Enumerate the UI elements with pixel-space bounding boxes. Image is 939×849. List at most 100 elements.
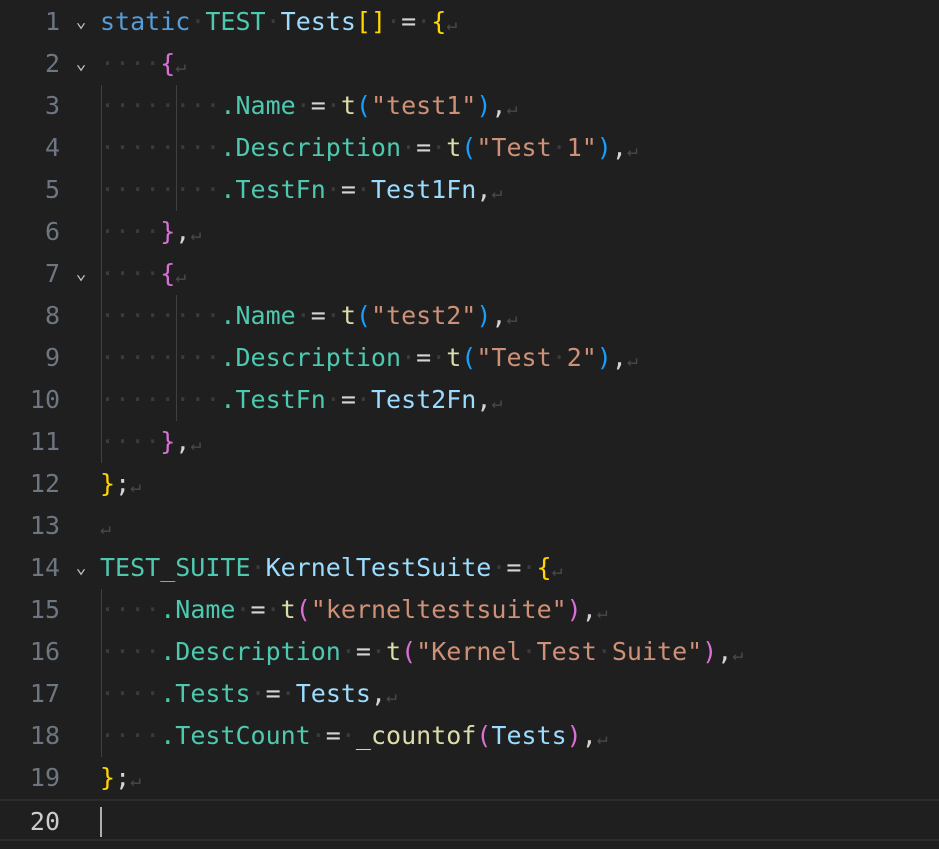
code-text: };↵ xyxy=(100,463,141,505)
code-line[interactable]: 2 ⌄ ····{↵ xyxy=(0,43,939,85)
whitespace-dot: · xyxy=(431,133,447,162)
code-token: , xyxy=(175,427,191,456)
code-token: , xyxy=(476,385,492,414)
code-line[interactable]: 14 ⌄ TEST_SUITE·KernelTestSuite·=·{↵ xyxy=(0,547,939,589)
code-token: ( xyxy=(461,343,477,372)
code-token: ( xyxy=(295,595,311,624)
indent-whitespace: ········ xyxy=(100,385,221,414)
whitespace-dot: · xyxy=(431,343,447,372)
code-token: t xyxy=(280,595,296,624)
code-token: "Kernel xyxy=(416,637,522,666)
code-token: Tests xyxy=(295,679,371,708)
fold-chevron-icon[interactable]: ⌄ xyxy=(71,547,91,589)
line-number: 1 xyxy=(44,7,60,36)
code-text: ↵ xyxy=(100,505,111,547)
line-ending-icon: ↵ xyxy=(596,728,608,749)
code-line[interactable]: 12};↵ xyxy=(0,463,939,505)
code-text: ····.Tests·=·Tests,↵ xyxy=(100,673,397,715)
whitespace-dot: · xyxy=(340,721,356,750)
code-token: [] xyxy=(355,7,387,36)
code-token: Tests xyxy=(280,7,356,36)
line-number: 16 xyxy=(29,637,60,666)
line-number: 3 xyxy=(44,91,60,120)
code-token: t xyxy=(340,301,356,330)
line-number: 17 xyxy=(29,679,60,708)
code-line[interactable]: 13 ↵ xyxy=(0,505,939,547)
code-token: ) xyxy=(566,721,582,750)
code-token: = xyxy=(340,385,356,414)
code-token: .TestFn xyxy=(220,175,326,204)
line-ending-icon: ↵ xyxy=(130,476,141,497)
code-line[interactable]: 10 ········.TestFn·=·Test2Fn,↵ xyxy=(0,379,939,421)
whitespace-dot: · xyxy=(370,637,387,666)
line-number: 14 xyxy=(29,553,60,582)
whitespace-dot: · xyxy=(596,637,612,666)
code-text: ····},↵ xyxy=(100,211,201,253)
whitespace-dot: · xyxy=(190,7,206,36)
line-ending-icon: ↵ xyxy=(190,434,202,455)
code-token: 1" xyxy=(566,133,597,162)
code-line[interactable]: 18 ····.TestCount·=·_countof(Tests),↵ xyxy=(0,715,939,757)
whitespace-dot: · xyxy=(355,385,371,414)
whitespace-dot: · xyxy=(295,301,311,330)
whitespace-dot: · xyxy=(401,343,417,372)
line-ending-icon: ↵ xyxy=(551,560,563,581)
code-line[interactable]: 20 xyxy=(0,799,939,841)
code-token: = xyxy=(250,595,266,624)
code-line[interactable]: 9 ········.Description·=·t("Test·2"),↵ xyxy=(0,337,939,379)
code-token: .Name xyxy=(160,595,236,624)
code-token: ) xyxy=(476,91,492,120)
code-token: = xyxy=(310,301,326,330)
code-line[interactable]: 6 ····},↵ xyxy=(0,211,939,253)
code-line[interactable]: 1 ⌄ static·TEST·Tests[]·=·{↵ xyxy=(0,1,939,43)
code-line[interactable]: 17 ····.Tests·=·Tests,↵ xyxy=(0,673,939,715)
code-line[interactable]: 11 ····},↵ xyxy=(0,421,939,463)
code-token: { xyxy=(536,553,552,582)
line-ending-icon: ↵ xyxy=(446,14,458,35)
line-number: 4 xyxy=(44,133,60,162)
code-token: , xyxy=(611,343,627,372)
code-token: t xyxy=(446,133,462,162)
code-line[interactable]: 5 ········.TestFn·=·Test1Fn,↵ xyxy=(0,169,939,211)
code-text: ········.TestFn·=·Test1Fn,↵ xyxy=(100,169,502,211)
code-line[interactable]: 7 ⌄ ····{↵ xyxy=(0,253,939,295)
code-token: } xyxy=(100,763,116,792)
line-ending-icon: ↵ xyxy=(626,350,638,371)
code-token: ( xyxy=(355,301,371,330)
code-token: "Test xyxy=(476,343,552,372)
code-line[interactable]: 16 ····.Description·=·t("Kernel·Test·Suit… xyxy=(0,631,939,673)
code-line[interactable]: 15 ····.Name·=·t("kerneltestsuite"),↵ xyxy=(0,589,939,631)
code-token: "test2" xyxy=(371,301,477,330)
code-token: , xyxy=(476,175,492,204)
code-token: , xyxy=(370,679,387,708)
indent-guide xyxy=(101,85,102,463)
indent-guide xyxy=(101,589,102,757)
code-line[interactable]: 8 ········.Name·=·t("test2"),↵ xyxy=(0,295,939,337)
code-token: TEST_SUITE xyxy=(100,553,251,582)
code-line[interactable]: 4 ········.Description·=·t("Test·1"),↵ xyxy=(0,127,939,169)
code-token: = xyxy=(355,637,371,666)
indent-whitespace: ···· xyxy=(100,49,161,78)
code-token: ) xyxy=(476,301,492,330)
code-token: = xyxy=(340,175,356,204)
code-token: { xyxy=(160,49,176,78)
code-token: { xyxy=(431,7,447,36)
fold-chevron-icon[interactable]: ⌄ xyxy=(71,43,91,85)
indent-whitespace: ···· xyxy=(100,217,161,246)
code-line[interactable]: 19};↵ xyxy=(0,757,939,799)
code-token: .Name xyxy=(220,91,296,120)
text-cursor xyxy=(100,807,102,837)
fold-chevron-icon[interactable]: ⌄ xyxy=(71,253,91,295)
code-token: = xyxy=(506,553,522,582)
code-text: ········.Description·=·t("Test·2"),↵ xyxy=(100,337,638,379)
whitespace-dot: · xyxy=(265,7,281,36)
fold-chevron-icon[interactable]: ⌄ xyxy=(71,1,91,43)
whitespace-dot: · xyxy=(551,133,567,162)
code-line[interactable]: 3 ········.Name·=·t("test1"),↵ xyxy=(0,85,939,127)
code-editor[interactable]: 1 ⌄ static·TEST·Tests[]·=·{↵ 2 ⌄ ····{↵ 3 ·····… xyxy=(0,0,939,849)
code-token: ( xyxy=(461,133,477,162)
code-token: .TestFn xyxy=(220,385,326,414)
code-text: ····.Description·=·t("Kernel·Test·Suite"… xyxy=(100,631,743,673)
whitespace-dot: · xyxy=(250,553,266,582)
code-token: = xyxy=(416,343,432,372)
